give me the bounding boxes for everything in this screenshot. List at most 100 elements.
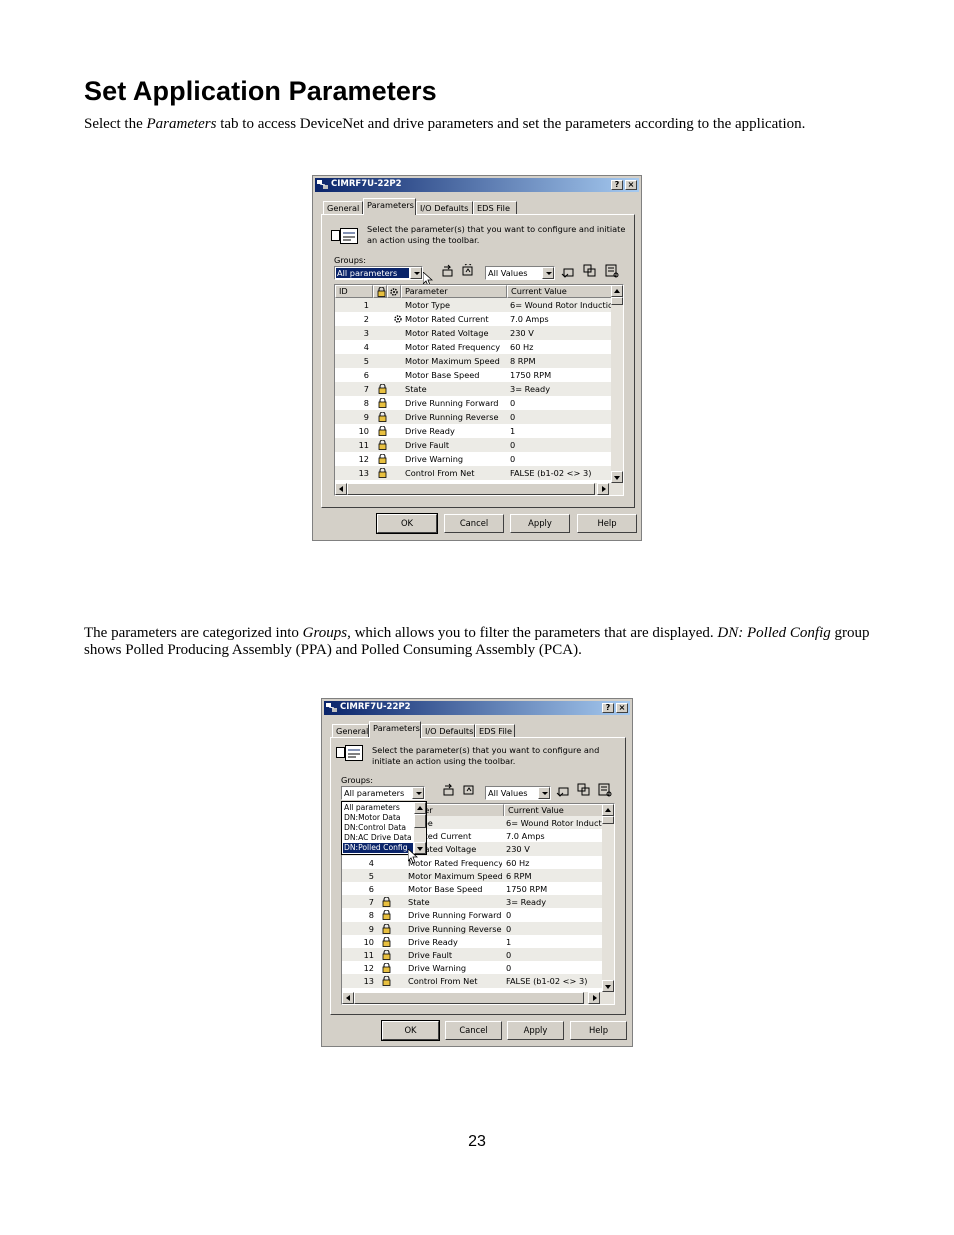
help-title-button[interactable]: ? — [611, 180, 623, 190]
scroll-thumb[interactable] — [602, 816, 614, 824]
tab-parameters[interactable]: Parameters — [363, 198, 416, 215]
table-row[interactable]: 11 Drive Fault 0 — [342, 948, 604, 962]
table-row[interactable]: 8 Drive Running Forward 0 — [335, 396, 613, 410]
grid-vertical-scrollbar[interactable] — [602, 804, 614, 992]
download-icon[interactable] — [561, 264, 575, 278]
param-value: 60 Hz — [506, 857, 530, 868]
toolbar-info-icon — [331, 228, 358, 244]
table-row[interactable]: 5 Motor Maximum Speed 8 RPM — [335, 354, 613, 368]
table-row[interactable]: 13 Control From Net FALSE (b1-02 <> 3) — [335, 466, 613, 480]
apply-button[interactable]: Apply — [510, 514, 570, 533]
cancel-button[interactable]: Cancel — [445, 1021, 502, 1040]
param-id: 12 — [358, 454, 369, 464]
refresh-icon[interactable] — [442, 783, 456, 797]
dropdown-scrollbar[interactable] — [414, 802, 426, 854]
scroll-right-icon[interactable] — [588, 992, 600, 1004]
table-row[interactable]: 13 Control From Net FALSE (b1-02 <> 3) — [342, 974, 604, 989]
table-row[interactable]: 1 Motor Type 6= Wound Rotor Induction — [335, 298, 613, 312]
dropdown-option-polled-config[interactable]: DN:Polled Config — [343, 843, 413, 853]
values-combo[interactable]: All Values — [485, 266, 555, 280]
scroll-up-icon[interactable] — [414, 802, 426, 814]
chevron-down-icon[interactable] — [410, 267, 422, 279]
scroll-thumb[interactable] — [611, 297, 623, 305]
groups-combo[interactable]: All parameters — [341, 786, 425, 800]
table-row[interactable]: 6 Motor Base Speed 1750 RPM — [335, 368, 613, 382]
table-row[interactable]: 10 Drive Ready 1 — [342, 934, 604, 949]
values-combo[interactable]: All Values — [485, 786, 551, 800]
table-row[interactable]: 8 Drive Running Forward 0 — [342, 908, 604, 923]
compare-icon[interactable] — [577, 783, 591, 797]
scroll-up-icon[interactable] — [611, 285, 623, 297]
download-icon[interactable] — [556, 783, 570, 797]
chevron-down-icon[interactable] — [542, 267, 554, 279]
upload-icon[interactable] — [462, 783, 476, 797]
table-row[interactable]: 7 State 3= Ready — [335, 382, 613, 396]
groups-combo[interactable]: All parameters — [334, 266, 423, 280]
tab-general[interactable]: General — [332, 724, 369, 737]
network-app-icon — [326, 703, 337, 712]
column-header-parameter[interactable]: Parameter — [401, 285, 507, 298]
grid-vertical-scrollbar[interactable] — [611, 285, 623, 483]
table-row[interactable]: 2 Motor Rated Current 7.0 Amps — [335, 312, 613, 326]
column-header-gear[interactable] — [387, 285, 401, 298]
tab-parameters[interactable]: Parameters — [369, 721, 421, 738]
scroll-down-icon[interactable] — [602, 980, 614, 992]
ok-button[interactable]: OK — [381, 1020, 440, 1041]
dropdown-option-all[interactable]: All parameters — [343, 803, 413, 813]
table-row[interactable]: 12 Drive Warning 0 — [342, 961, 604, 976]
lock-icon — [382, 962, 391, 975]
table-row[interactable]: 5 Motor Maximum Speed 6 RPM — [342, 868, 604, 883]
properties-icon[interactable] — [605, 264, 619, 278]
table-row[interactable]: 4 Motor Rated Frequency 60 Hz — [335, 340, 613, 354]
help-button[interactable]: Help — [577, 514, 637, 533]
chevron-down-icon[interactable] — [412, 787, 424, 799]
apply-button[interactable]: Apply — [507, 1021, 564, 1040]
groups-dropdown-list[interactable]: All parameters DN:Motor Data DN:Control … — [341, 801, 427, 855]
scroll-left-icon[interactable] — [335, 483, 347, 495]
scroll-right-icon[interactable] — [597, 483, 609, 495]
dropdown-option-control-data[interactable]: DN:Control Data — [343, 823, 413, 833]
tab-eds-file[interactable]: EDS File — [475, 724, 515, 737]
help-title-button[interactable]: ? — [602, 703, 614, 713]
chevron-down-icon[interactable] — [538, 787, 550, 799]
table-row[interactable]: 6 Motor Base Speed 1750 RPM — [342, 882, 604, 896]
table-row[interactable]: 7 State 3= Ready — [342, 895, 604, 910]
cancel-button[interactable]: Cancel — [444, 514, 504, 533]
column-header-lock[interactable] — [373, 285, 387, 298]
grid-horizontal-scrollbar[interactable] — [335, 483, 623, 495]
column-header-id[interactable]: ID — [335, 285, 373, 298]
close-title-button[interactable]: × — [616, 703, 628, 713]
tab-io-defaults[interactable]: I/O Defaults — [421, 724, 475, 737]
tab-eds-file[interactable]: EDS File — [473, 201, 517, 214]
scroll-thumb[interactable] — [414, 814, 426, 828]
scroll-thumb[interactable] — [347, 483, 595, 495]
help-button[interactable]: Help — [570, 1021, 627, 1040]
table-row[interactable]: 10 Drive Ready 1 — [335, 424, 613, 438]
scroll-down-icon[interactable] — [611, 471, 623, 483]
grid-horizontal-scrollbar[interactable] — [342, 992, 614, 1004]
table-row[interactable]: 12 Drive Warning 0 — [335, 452, 613, 466]
compare-icon[interactable] — [583, 264, 597, 278]
upload-icon[interactable] — [461, 264, 475, 278]
scroll-thumb[interactable] — [354, 992, 584, 1004]
refresh-icon[interactable] — [441, 264, 455, 278]
scroll-up-icon[interactable] — [602, 804, 614, 816]
instruction-text: Select the parameter(s) that you want to… — [367, 224, 626, 245]
dropdown-option-ac-drive-data[interactable]: DN:AC Drive Data — [343, 833, 413, 843]
param-value: 0 — [506, 910, 512, 921]
param-value: 0 — [510, 454, 516, 464]
tab-general[interactable]: General — [323, 201, 363, 214]
column-header-current-value[interactable]: Current Value — [507, 285, 613, 298]
table-row[interactable]: 3 Motor Rated Voltage 230 V — [335, 326, 613, 340]
tab-io-defaults[interactable]: I/O Defaults — [416, 201, 473, 214]
ok-button[interactable]: OK — [376, 513, 438, 534]
table-row[interactable]: 4 Motor Rated Frequency 60 Hz — [342, 855, 604, 870]
scroll-left-icon[interactable] — [342, 992, 354, 1004]
table-row[interactable]: 9 Drive Running Reverse 0 — [335, 410, 613, 424]
table-row[interactable]: 9 Drive Running Reverse 0 — [342, 921, 604, 936]
table-row[interactable]: 11 Drive Fault 0 — [335, 438, 613, 452]
properties-icon[interactable] — [598, 783, 612, 797]
groups-paragraph: The parameters are categorized into Grou… — [84, 625, 870, 658]
close-title-button[interactable]: × — [625, 180, 637, 190]
dropdown-option-motor-data[interactable]: DN:Motor Data — [343, 813, 413, 823]
